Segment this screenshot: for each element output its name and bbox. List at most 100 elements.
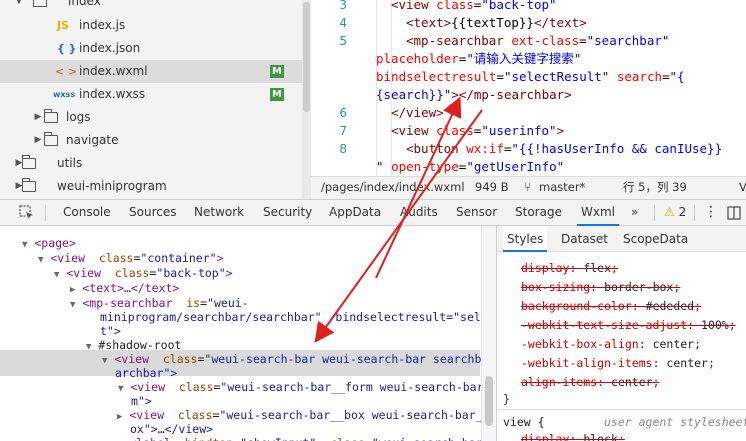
devtools-tab-network[interactable]: Network [194,200,244,226]
style-value[interactable]: 100% [701,318,729,332]
warning-indicator[interactable]: ⚠ 2 [664,200,686,226]
style-value[interactable]: center [611,375,653,389]
line-number-gutter: 3 4 5 6 7 8 [311,0,351,176]
style-value[interactable]: center [653,337,695,351]
file-tree-item-index[interactable]: ▼ index [0,0,302,13]
expand-triangle-icon[interactable]: ▼ [38,255,43,265]
code-line[interactable]: {search}}"></mp-searchbar> [376,86,572,104]
dom-node-line[interactable]: ▼ <mp-searchbar is="weui- [70,296,249,310]
devtools-tab-audits[interactable]: Audits [400,200,438,226]
chevron-down-icon[interactable]: ▼ [14,0,24,13]
dom-node-line[interactable]: m"> [131,394,152,408]
scrollbar-thumb[interactable] [485,376,493,426]
style-property[interactable]: display [521,261,569,275]
collapse-triangle-icon[interactable]: ▶ [70,285,75,295]
dock-side-icon[interactable] [727,200,746,226]
code-line[interactable]: placeholder="请输入关键字搜索" [376,50,581,68]
code-line[interactable]: <button wx:if="{{!hasUserInfo && canIUse… [406,140,722,158]
file-tree-item-weui-miniprogram[interactable]: ▶ weui-miniprogram [0,175,302,198]
dom-node-line[interactable]: ▼ #shadow-root [86,338,181,352]
expand-triangle-icon[interactable]: ▼ [86,342,91,352]
styles-subtab-styles[interactable]: Styles [503,226,548,252]
devtools-tab-sources[interactable]: Sources [129,200,176,226]
devtools-tab-sensor[interactable]: Sensor [456,200,497,226]
style-property[interactable]: -webkit-align-items [521,356,653,370]
code-line[interactable]: <text>{{textTop}}</text> [406,14,587,32]
dom-node-line[interactable]: archbar"> [115,366,177,380]
styles-subtab-scopedata[interactable]: ScopeData [623,226,688,252]
style-property[interactable]: box-sizing [521,280,590,294]
status-cursor-position[interactable]: 行 5，列 39 [623,177,687,198]
devtools-tab-wxml[interactable]: Wxml [577,200,619,226]
chevron-right-icon[interactable]: ▶ [33,106,43,129]
dom-node-line[interactable]: ▼ <view class="container"> [38,251,224,265]
file-tree-item-utils[interactable]: ▶ utils [0,152,302,175]
inspect-element-icon[interactable] [19,200,37,226]
style-property[interactable]: -webkit-text-size-adjust [521,318,687,332]
dom-node-line[interactable]: t"> [100,324,121,338]
expand-triangle-icon[interactable]: ▼ [70,300,75,310]
devtools-tab-console[interactable]: Console [63,200,111,226]
status-git-branch[interactable]: master* [539,177,585,198]
style-value[interactable]: flex [583,261,611,275]
style-declaration[interactable]: -webkit-box-align: center; [521,335,701,354]
dom-node-line[interactable]: ▶ <text>…</text> [70,281,179,295]
styles-subtab-dataset[interactable]: Dataset [561,226,608,252]
code-editor[interactable]: 345678 <view class="back-top" <text>{{tex… [311,0,746,176]
wxml-element-tree[interactable]: ▼ <page> ▼ <view class="container"> ▼ <vie… [0,226,497,441]
code-line[interactable]: <view class="back-top" [391,0,557,14]
expand-triangle-icon[interactable]: ▼ [118,384,123,394]
file-tree-item-index-json[interactable]: { } index.json [0,37,302,60]
chevron-right-icon[interactable]: ▶ [33,129,43,152]
style-declaration[interactable]: align-items: center; [521,373,660,392]
expand-triangle-icon[interactable]: ▼ [54,270,59,280]
style-declaration[interactable]: box-sizing: border-box; [521,278,680,297]
style-value[interactable]: border-box [604,280,673,294]
dom-node-line[interactable]: ▼ <view class="back-top"> [54,266,233,280]
code-line[interactable]: <view class="userinfo"> [391,122,564,140]
scrollbar-thumb[interactable] [303,2,310,112]
style-declaration[interactable]: display: block; [521,430,625,441]
dom-attr-continuation: ox">…</view> [130,422,214,436]
dom-node-line[interactable]: ▶ <label bindtap="showInput" class="weui… [117,436,496,441]
dom-node-line[interactable]: ▼ <view class="weui-search-bar__form weu… [118,380,496,394]
style-property[interactable]: display [521,432,569,441]
devtools-tab-security[interactable]: Security [263,200,312,226]
code-line[interactable]: <mp-searchbar ext-class="searchbar" [406,32,669,50]
devtools-menu-icon[interactable]: ⋮ [704,200,718,226]
style-property[interactable]: -webkit-box-align [521,337,639,351]
file-explorer-scrollbar[interactable] [302,0,311,199]
dom-node-line[interactable]: ▶ <view class="weui-search-bar__box weui… [117,408,496,422]
file-tree-item-index-wxss[interactable]: wxss index.wxss M [0,83,302,106]
code-line[interactable]: </view> [391,104,444,122]
more-tabs-button[interactable]: » [631,200,638,226]
status-file-path[interactable]: /pages/index/index.wxml [321,177,465,198]
code-line[interactable]: bindselectresult="selectResult" search="… [376,68,685,86]
file-tree-item-index-js[interactable]: JS index.js [0,14,302,37]
file-tree-item-logs[interactable]: ▶ logs [0,106,302,129]
code-line[interactable]: " open-type="getUserInfo" [376,158,564,176]
style-declaration[interactable]: display: flex; [521,259,618,278]
dom-node-line[interactable]: ▼ <view class="weui-search-bar weui-sear… [102,352,496,366]
style-declaration[interactable]: background-color: #ededed; [521,297,701,316]
json-file-icon: { } [57,42,77,55]
element-tree-scrollbar[interactable] [481,226,496,441]
file-tree-item-index-wxml[interactable]: < > index.wxml M [0,60,302,83]
style-declaration[interactable]: -webkit-align-items: center; [521,354,715,373]
dom-node-line[interactable]: miniprogram/searchbar/searchbar" bindsel… [100,310,496,324]
file-tree-item-navigate[interactable]: ▶ navigate [0,129,302,152]
style-value[interactable]: center [666,356,708,370]
style-property[interactable]: align-items [521,375,597,389]
expand-triangle-icon[interactable]: ▼ [22,240,27,250]
collapse-triangle-icon[interactable]: ▶ [117,412,122,422]
toolbar-divider [654,205,655,221]
style-property[interactable]: background-color [521,299,632,313]
devtools-tab-appdata[interactable]: AppData [329,200,381,226]
style-value[interactable]: #ededed [646,299,694,313]
style-value[interactable]: block [583,432,618,441]
devtools-tab-storage[interactable]: Storage [515,200,562,226]
style-declaration[interactable]: -webkit-text-size-adjust: 100%; [521,316,736,335]
dom-node-line[interactable]: ▼ <page> [22,236,76,250]
dom-node-line[interactable]: ox">…</view> [130,422,213,436]
expand-triangle-icon[interactable]: ▼ [102,356,107,366]
